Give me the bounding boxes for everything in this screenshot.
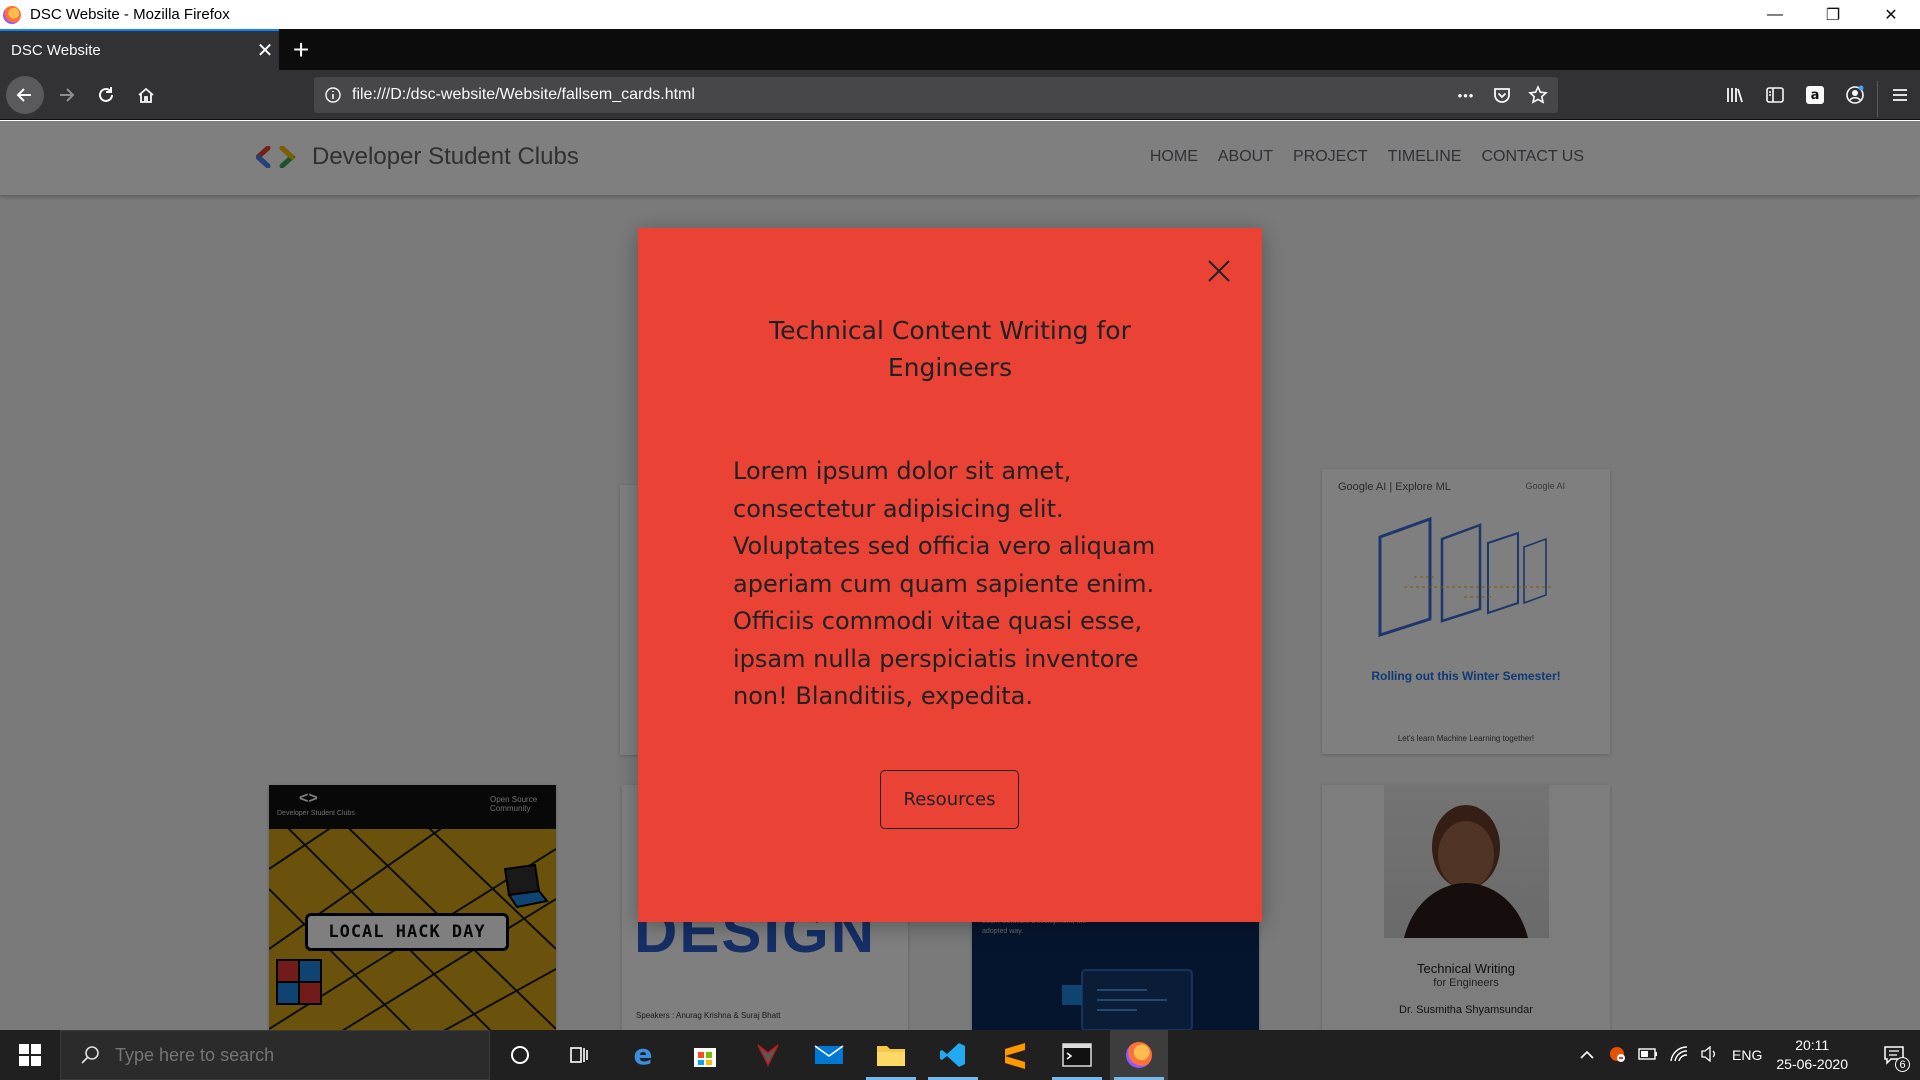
- restore-button[interactable]: ❐: [1804, 0, 1862, 29]
- taskbar-search[interactable]: [60, 1030, 490, 1080]
- language-indicator[interactable]: ENG: [1732, 1047, 1762, 1063]
- hamburger-menu-icon[interactable]: [1880, 77, 1920, 113]
- search-input[interactable]: [115, 1044, 415, 1066]
- divider: [1877, 81, 1878, 117]
- modal-title: Technical Content Writing for Engineers: [769, 316, 1131, 382]
- reload-icon: [99, 87, 113, 102]
- home-icon: [138, 87, 154, 103]
- tab-dsc-website[interactable]: DSC Website ✕: [0, 29, 279, 70]
- url-input[interactable]: [352, 86, 1352, 104]
- wifi-icon[interactable]: [1670, 1045, 1688, 1065]
- pocket-icon[interactable]: [1488, 81, 1516, 109]
- tab-close-icon[interactable]: ✕: [251, 38, 279, 63]
- url-bar[interactable]: •••: [314, 77, 1558, 113]
- mail-icon[interactable]: [800, 1030, 858, 1080]
- sublime-text-icon[interactable]: [986, 1030, 1044, 1080]
- predator-app-icon[interactable]: [739, 1030, 797, 1080]
- tab-title: DSC Website: [11, 42, 101, 59]
- firefox-taskbar-icon[interactable]: [1110, 1030, 1168, 1080]
- vscode-icon[interactable]: [924, 1030, 982, 1080]
- library-icon[interactable]: [1715, 77, 1755, 113]
- navigation-toolbar: ••• a: [0, 70, 1920, 120]
- close-icon[interactable]: [1204, 256, 1234, 286]
- firefox-logo-icon: [3, 5, 21, 24]
- volume-icon[interactable]: [1700, 1045, 1718, 1065]
- notifications-button[interactable]: 6: [1874, 1030, 1914, 1080]
- clock-date: 25-06-2020: [1776, 1056, 1848, 1072]
- edge-icon[interactable]: e: [614, 1030, 672, 1080]
- search-icon: [81, 1046, 99, 1064]
- terminal-icon[interactable]: [1048, 1030, 1106, 1080]
- resources-button[interactable]: Resources: [880, 770, 1019, 829]
- clock[interactable]: 20:11 25-06-2020: [1776, 1036, 1848, 1074]
- window-titlebar: DSC Website - Mozilla Firefox — ❐ ✕: [0, 0, 1920, 29]
- window-controls: — ❐ ✕: [1746, 0, 1920, 29]
- modal-body: Lorem ipsum dolor sit amet, consectetur …: [733, 457, 1156, 710]
- notification-count: 6: [1895, 1057, 1910, 1072]
- svg-text:a: a: [1811, 88, 1820, 103]
- file-explorer-icon[interactable]: [862, 1030, 920, 1080]
- url-actions: •••: [1452, 77, 1552, 113]
- antivirus-icon[interactable]: [1608, 1045, 1626, 1066]
- page-actions-icon[interactable]: •••: [1452, 81, 1480, 109]
- arrow-right-icon: [60, 88, 75, 102]
- chevron-up-icon[interactable]: [1580, 1047, 1594, 1063]
- clock-time: 20:11: [1795, 1037, 1830, 1053]
- battery-icon[interactable]: [1638, 1047, 1658, 1063]
- store-icon[interactable]: [676, 1030, 734, 1080]
- window-title: DSC Website - Mozilla Firefox: [30, 6, 230, 23]
- system-tray: ENG 20:11 25-06-2020 6: [1580, 1030, 1920, 1080]
- arrow-left-icon: [16, 88, 31, 102]
- info-icon[interactable]: [324, 86, 342, 104]
- page-viewport: Developer Student Clubs HOME ABOUT PROJE…: [0, 121, 1920, 1030]
- new-tab-button[interactable]: +: [286, 29, 316, 70]
- account-icon[interactable]: [1835, 77, 1875, 113]
- home-button[interactable]: [128, 77, 164, 113]
- bookmark-star-icon[interactable]: [1524, 81, 1552, 109]
- toolbar-right: a: [1715, 77, 1920, 117]
- sidebar-icon[interactable]: [1755, 77, 1795, 113]
- event-modal: Technical Content Writing for Engineers …: [638, 228, 1262, 922]
- tab-strip: DSC Website ✕ +: [0, 29, 1920, 70]
- close-window-button[interactable]: ✕: [1862, 0, 1920, 29]
- forward-button[interactable]: [48, 77, 84, 113]
- amazon-extension-icon[interactable]: a: [1795, 77, 1835, 113]
- minimize-button[interactable]: —: [1746, 0, 1804, 29]
- cortana-icon[interactable]: [491, 1030, 549, 1080]
- reload-button[interactable]: [88, 77, 124, 113]
- task-view-icon[interactable]: [551, 1030, 609, 1080]
- windows-taskbar: e ENG: [0, 1030, 1920, 1080]
- start-button[interactable]: [0, 1030, 60, 1080]
- windows-logo-icon: [19, 1044, 41, 1066]
- back-button[interactable]: [6, 76, 44, 114]
- svg-text:e: e: [634, 1041, 653, 1069]
